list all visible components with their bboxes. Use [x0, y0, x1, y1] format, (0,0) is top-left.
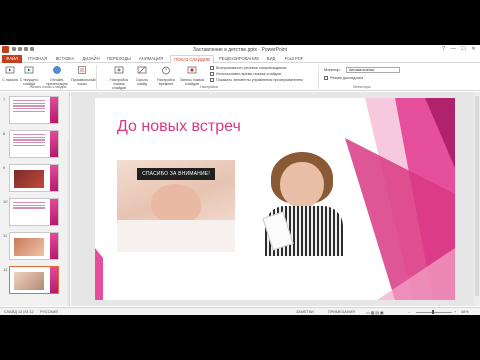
slideshow-current-icon: [24, 66, 34, 74]
custom-show-icon: [78, 66, 86, 74]
slide-thumbnail-selected[interactable]: 12: [3, 266, 59, 294]
group-label-setup: Настройка: [200, 85, 218, 89]
ribbon-tabs: ФАЙЛ ГЛАВНАЯ ВСТАВКА ДИЗАЙН ПЕРЕХОДЫ АНИ…: [0, 54, 480, 63]
checkbox-icon: [324, 75, 328, 80]
from-current-slide-button[interactable]: С текущего слайда: [19, 65, 39, 86]
document-title: Заставление в детстве.pptx - PowerPoint: [192, 47, 288, 53]
slide-thumbnail[interactable]: 8: [3, 130, 59, 158]
record-icon: [187, 66, 197, 74]
tab-file[interactable]: ФАЙЛ: [2, 55, 22, 63]
checkbox-play-narrations[interactable]: Воспроизвести речевое сопровождение: [210, 65, 287, 70]
checkbox-use-timings[interactable]: Использовать время показа слайдов: [210, 71, 281, 76]
scrollbar-thumb[interactable]: [475, 96, 479, 296]
baby-face: [151, 184, 201, 224]
language-indicator[interactable]: РУССКИЙ: [40, 310, 58, 314]
help-button[interactable]: ?: [439, 46, 448, 53]
slideshow-start-icon: [5, 66, 15, 74]
slide-thumbnail[interactable]: 10: [3, 198, 59, 226]
close-button[interactable]: ✕: [469, 46, 478, 53]
baby-photo[interactable]: СПАСИБО ЗА ВНИМАНИЕ!: [117, 160, 235, 252]
view-buttons[interactable]: ▭ ▦ ▤ ▣: [366, 310, 384, 315]
tab-home[interactable]: ГЛАВНАЯ: [24, 55, 51, 63]
checkbox-icon: [210, 65, 214, 70]
tab-review[interactable]: РЕЦЕНЗИРОВАНИЕ: [216, 55, 262, 63]
group-label-monitors: Мониторы: [353, 85, 371, 89]
tab-foxit-pdf[interactable]: Foxit PDF: [280, 55, 308, 63]
thumbnail-text: [13, 202, 45, 210]
powerpoint-window: Заставление в детстве.pptx - PowerPoint …: [0, 45, 480, 315]
woman-face: [280, 162, 324, 208]
checkbox-icon: [210, 77, 214, 82]
thumbnail-accent: [50, 199, 58, 225]
hide-slide-icon: [137, 66, 147, 74]
monitor-select[interactable]: Автоматически: [346, 67, 400, 73]
minimize-button[interactable]: —: [449, 46, 458, 53]
slide-scrollbar[interactable]: [474, 92, 480, 306]
zoom-out-button[interactable]: –: [408, 310, 410, 314]
tab-view[interactable]: ВИД: [264, 55, 278, 63]
thank-you-caption: СПАСИБО ЗА ВНИМАНИЕ!: [137, 168, 215, 180]
ribbon-separator: [96, 65, 97, 89]
record-slideshow-button[interactable]: Запись показа слайдов: [180, 65, 204, 86]
tab-slideshow[interactable]: ПОКАЗ СЛАЙДОВ: [170, 55, 214, 63]
thumbnail-text: [13, 134, 45, 147]
tab-insert[interactable]: ВСТАВКА: [52, 55, 78, 63]
maximize-button[interactable]: ☐: [459, 46, 468, 53]
slide-thumbnails-pane: 7 8 9 10 11 12: [0, 92, 70, 306]
tab-transitions[interactable]: ПЕРЕХОДЫ: [104, 55, 134, 63]
zoom-slider-knob[interactable]: [432, 310, 434, 314]
slide-title[interactable]: До новых встреч: [117, 118, 241, 136]
checkbox-presenter-view[interactable]: Режим докладчика: [324, 75, 363, 80]
zoom-in-button[interactable]: +: [454, 310, 456, 314]
group-label-start: Начать показ слайдов: [29, 85, 67, 89]
zoom-level[interactable]: 48%: [461, 310, 469, 314]
zoom-slider[interactable]: [416, 311, 452, 313]
woman-photo[interactable]: [261, 148, 345, 256]
custom-show-button[interactable]: Произвольный показ: [71, 65, 96, 86]
slide-thumbnail[interactable]: 7: [3, 96, 59, 124]
monitor-label: Монитор:: [324, 68, 341, 72]
thumbnail-accent: [50, 165, 58, 191]
checkbox-show-media-controls[interactable]: Показать элементы управления проигрывате…: [210, 77, 303, 82]
slide-thumbnail[interactable]: 11: [3, 232, 59, 260]
thumbnail-text: [13, 100, 45, 113]
rehearse-timings-button[interactable]: Настройка времени: [156, 65, 176, 86]
notes-button[interactable]: ЗАМЕТКИ: [296, 310, 314, 314]
baby-blanket: [117, 220, 235, 252]
current-slide[interactable]: До новых встреч СПАСИБО ЗА ВНИМАНИЕ!: [95, 98, 455, 300]
from-beginning-button[interactable]: С начала: [1, 65, 19, 82]
thumbnail-image: [14, 170, 44, 188]
slide-editing-area: До новых встреч СПАСИБО ЗА ВНИМАНИЕ!: [71, 92, 480, 306]
thumbnail-accent: [50, 233, 58, 259]
ribbon-separator: [318, 65, 319, 89]
thumbnail-accent: [50, 97, 58, 123]
status-bar: СЛАЙД 12 ИЗ 12 РУССКИЙ ЗАМЕТКИ ПРИМЕЧАНИ…: [0, 307, 480, 315]
thumbnail-image: [14, 272, 44, 290]
thumbnails-scrollbar[interactable]: [67, 140, 69, 306]
window-controls: ? — ☐ ✕: [438, 46, 478, 53]
thumbnail-accent: [50, 131, 58, 157]
online-presentation-icon: [53, 66, 61, 74]
hide-slide-button[interactable]: Скрыть слайд: [134, 65, 150, 86]
ribbon: С начала С текущего слайда Онлайн-презен…: [0, 63, 480, 91]
slide-thumbnail[interactable]: 9: [3, 164, 59, 192]
thumbnail-accent: [50, 267, 58, 293]
thumbnail-image: [14, 238, 44, 256]
tab-design[interactable]: ДИЗАЙН: [79, 55, 103, 63]
online-presentation-button[interactable]: Онлайн-презентация: [46, 65, 68, 86]
comments-button[interactable]: ПРИМЕЧАНИЯ: [328, 310, 355, 314]
slide-counter: СЛАЙД 12 ИЗ 12: [4, 310, 34, 314]
timer-icon: [162, 66, 170, 75]
title-bar: Заставление в детстве.pptx - PowerPoint …: [0, 45, 480, 54]
checkbox-icon: [210, 71, 214, 76]
setup-slideshow-icon: [114, 66, 124, 74]
tab-animation[interactable]: АНИМАЦИЯ: [135, 55, 167, 63]
